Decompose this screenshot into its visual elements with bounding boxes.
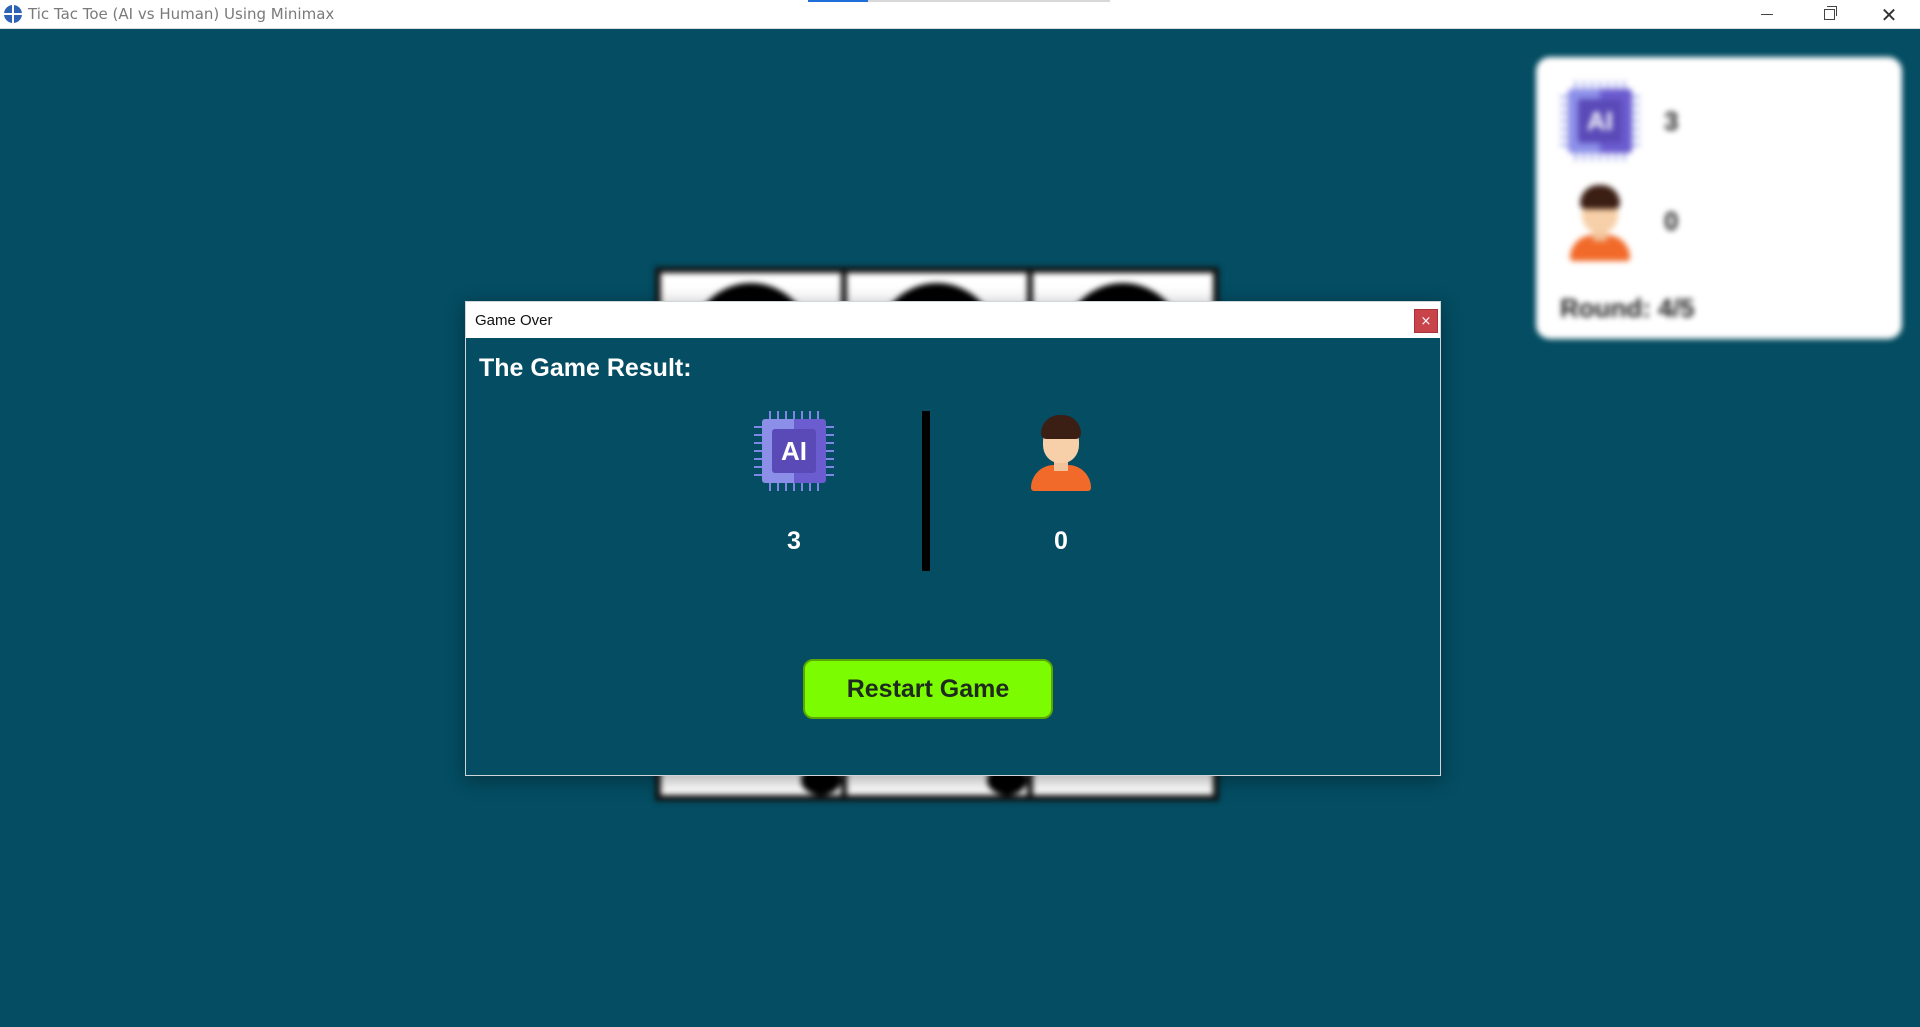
game-over-dialog: Game Over × The Game Result: AI 3 0 Rest… <box>465 301 1441 776</box>
window-title: Tic Tac Toe (AI vs Human) Using Minimax <box>28 5 335 23</box>
window-close-button[interactable]: ✕ <box>1860 0 1918 29</box>
ai-chip-label: AI <box>1578 99 1622 143</box>
title-progress-fill <box>808 0 868 2</box>
result-ai-score: 3 <box>787 527 801 555</box>
round-indicator: Round: 4/5 <box>1560 293 1695 323</box>
dialog-titlebar: Game Over × <box>466 302 1440 338</box>
ai-chip-icon: AI <box>1560 81 1640 161</box>
scoreboard-human-score: 0 <box>1664 205 1679 236</box>
result-divider <box>922 411 930 571</box>
scoreboard-panel: AI 3 0 Round: 4/5 <box>1536 57 1902 339</box>
result-heading: The Game Result: <box>479 354 692 382</box>
window-titlebar: Tic Tac Toe (AI vs Human) Using Minimax … <box>0 0 1920 29</box>
human-score-row: 0 <box>1560 181 1678 261</box>
result-human-icon <box>1021 411 1101 491</box>
globe-app-icon <box>4 5 22 23</box>
dialog-close-button[interactable]: × <box>1414 309 1438 333</box>
ai-score-row: AI 3 <box>1560 81 1678 161</box>
human-avatar-icon <box>1560 181 1640 261</box>
result-ai-icon: AI <box>754 411 834 491</box>
close-icon: × <box>1420 313 1432 329</box>
human-avatar-icon <box>1021 411 1101 491</box>
minimize-button[interactable] <box>1738 0 1796 29</box>
restart-game-button[interactable]: Restart Game <box>803 659 1053 719</box>
minimize-icon <box>1761 14 1773 15</box>
ai-chip-icon: AI <box>754 411 834 491</box>
dialog-title: Game Over <box>475 311 553 329</box>
close-icon: ✕ <box>1880 2 1898 27</box>
scoreboard-ai-score: 3 <box>1664 105 1679 136</box>
result-human-score: 0 <box>1054 527 1068 555</box>
maximize-button[interactable] <box>1800 0 1858 29</box>
ai-chip-label: AI <box>772 429 816 473</box>
restore-icon <box>1823 6 1837 20</box>
